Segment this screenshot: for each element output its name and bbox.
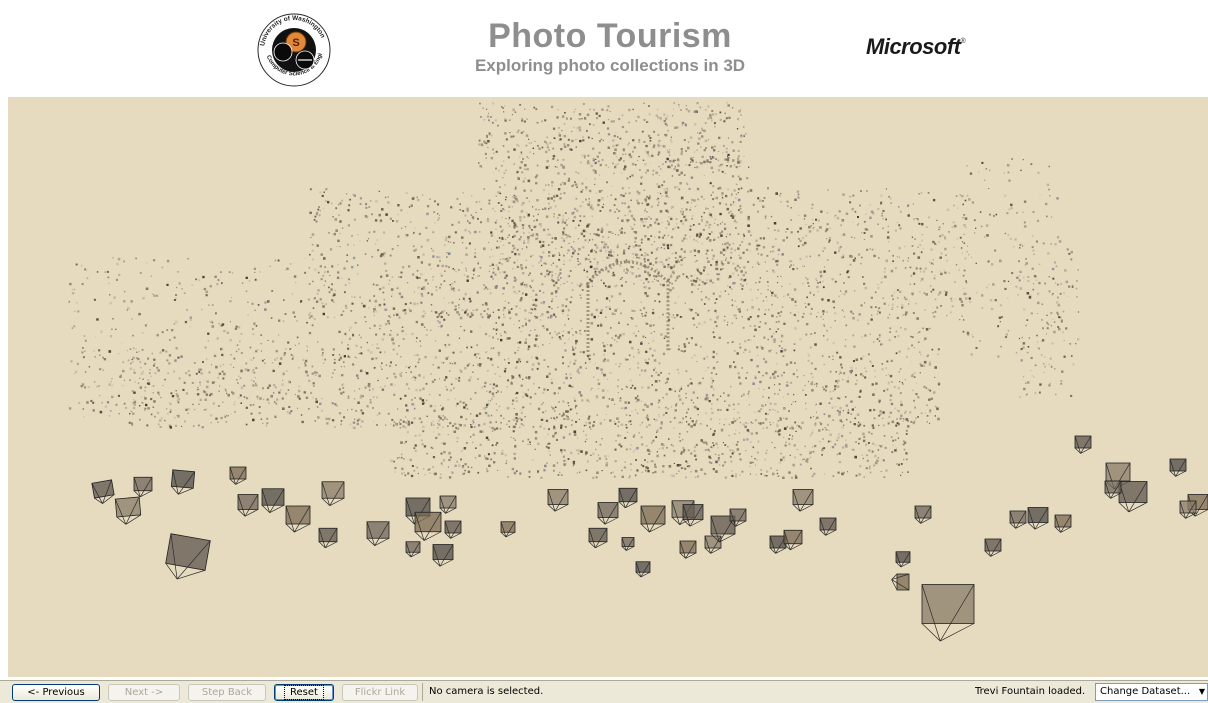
camera-frustum[interactable] bbox=[892, 574, 909, 590]
camera-frustum[interactable] bbox=[636, 562, 650, 577]
camera-frustum[interactable] bbox=[589, 528, 607, 548]
university-logo: University of Washington Computer Scienc… bbox=[252, 8, 336, 92]
camera-frustum[interactable] bbox=[1105, 481, 1121, 498]
camera-frustum[interactable] bbox=[319, 528, 337, 548]
3d-viewport[interactable] bbox=[8, 97, 1208, 677]
next-button[interactable]: Next -> bbox=[108, 684, 180, 701]
camera-frustum[interactable] bbox=[115, 497, 141, 525]
page-subtitle: Exploring photo collections in 3D bbox=[420, 55, 800, 77]
camera-frustum[interactable] bbox=[683, 505, 703, 527]
university-seal-icon: University of Washington Computer Scienc… bbox=[252, 8, 336, 92]
camera-frustum[interactable] bbox=[286, 506, 310, 532]
camera-frustum[interactable] bbox=[92, 480, 115, 505]
camera-frustum[interactable] bbox=[501, 522, 515, 537]
previous-button[interactable]: <- Previous bbox=[12, 684, 100, 701]
svg-text:S: S bbox=[292, 37, 299, 49]
bottom-toolbar: <- Previous Next -> Step Back Reset Flic… bbox=[0, 680, 1208, 703]
page-title: Photo Tourism bbox=[420, 17, 800, 55]
camera-frustum[interactable] bbox=[680, 541, 696, 558]
camera-frustum[interactable] bbox=[793, 490, 813, 512]
camera-frustum[interactable] bbox=[985, 539, 1001, 556]
change-dataset-value: Change Dataset... bbox=[1100, 686, 1190, 697]
reset-button[interactable]: Reset bbox=[274, 684, 334, 701]
registered-mark: ® bbox=[961, 38, 966, 45]
camera-frustum[interactable] bbox=[230, 467, 246, 484]
camera-frustum[interactable] bbox=[1075, 436, 1091, 453]
camera-frustum[interactable] bbox=[1119, 482, 1147, 512]
point-cloud-scene[interactable] bbox=[8, 97, 1208, 677]
camera-frustum[interactable] bbox=[1010, 511, 1026, 528]
camera-frustum[interactable] bbox=[598, 503, 618, 525]
reset-button-label: Reset bbox=[286, 687, 322, 698]
camera-status: No camera is selected. bbox=[422, 683, 970, 701]
title-block: Photo Tourism Exploring photo collection… bbox=[420, 17, 800, 77]
camera-frustum[interactable] bbox=[433, 545, 453, 567]
camera-frustum[interactable] bbox=[1028, 508, 1048, 530]
camera-frustum[interactable] bbox=[619, 488, 637, 508]
camera-frustum[interactable] bbox=[445, 521, 461, 538]
microsoft-logo-text: Microsoft bbox=[866, 34, 961, 59]
dataset-loaded-status: Trevi Fountain loaded. bbox=[975, 683, 1085, 701]
camera-frustum[interactable] bbox=[415, 512, 441, 540]
camera-frustum[interactable] bbox=[1180, 501, 1196, 518]
camera-frustum[interactable] bbox=[915, 506, 931, 523]
camera-frustum[interactable] bbox=[163, 534, 210, 584]
camera-frustum[interactable] bbox=[548, 490, 568, 512]
camera-frustum[interactable] bbox=[820, 518, 836, 535]
camera-frustum[interactable] bbox=[1055, 515, 1071, 532]
camera-frusta[interactable] bbox=[92, 436, 1208, 641]
camera-frustum[interactable] bbox=[622, 538, 634, 551]
camera-frustum[interactable] bbox=[440, 496, 456, 513]
flickr-link-button[interactable]: Flickr Link bbox=[342, 684, 418, 701]
camera-frustum[interactable] bbox=[238, 495, 258, 517]
camera-frustum[interactable] bbox=[322, 482, 344, 506]
microsoft-logo: Microsoft® bbox=[866, 34, 965, 60]
camera-frustum[interactable] bbox=[896, 552, 910, 567]
camera-frustum[interactable] bbox=[784, 530, 802, 550]
change-dataset-select[interactable]: Change Dataset... ▼ bbox=[1095, 683, 1208, 701]
app-header: University of Washington Computer Scienc… bbox=[0, 0, 1208, 97]
chevron-down-icon: ▼ bbox=[1199, 684, 1205, 700]
camera-frustum[interactable] bbox=[922, 585, 974, 642]
step-back-button[interactable]: Step Back bbox=[188, 684, 266, 701]
point-cloud bbox=[68, 102, 1079, 479]
camera-frustum[interactable] bbox=[134, 477, 152, 497]
camera-frustum[interactable] bbox=[171, 470, 195, 496]
camera-frustum[interactable] bbox=[730, 509, 746, 526]
camera-frustum[interactable] bbox=[406, 542, 420, 557]
camera-frustum[interactable] bbox=[1170, 459, 1186, 476]
camera-frustum[interactable] bbox=[641, 506, 665, 532]
camera-frustum[interactable] bbox=[770, 536, 786, 553]
camera-frustum[interactable] bbox=[262, 489, 284, 513]
camera-frustum[interactable] bbox=[367, 522, 389, 546]
